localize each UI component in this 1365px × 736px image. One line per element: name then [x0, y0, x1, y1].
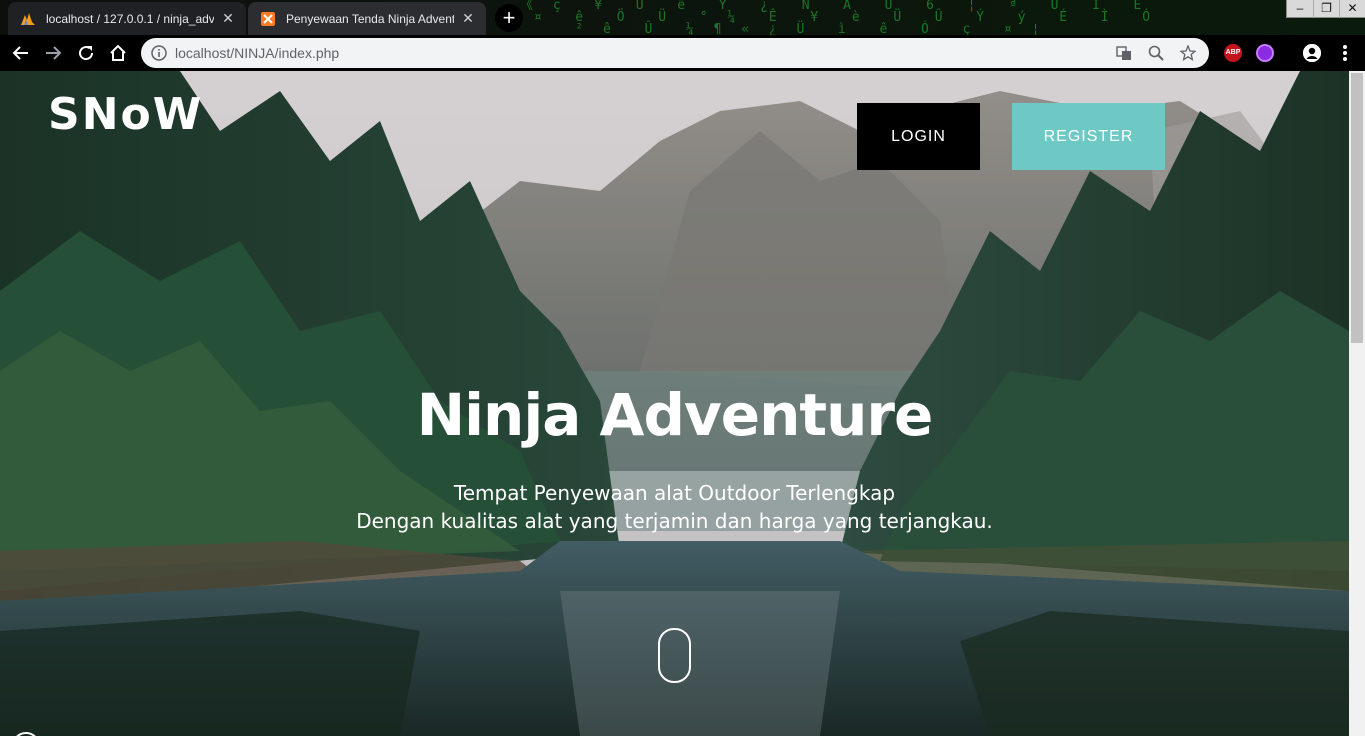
new-tab-button[interactable]: +	[495, 4, 523, 32]
matrix-background-decoration: 《 ç ¥ Ü ê Ý ¿ Ñ Ã Ú 6 ¦ ª Ü Ï Ê ¤ ê Ö Ü …	[520, 0, 1157, 35]
home-button[interactable]	[105, 40, 131, 66]
close-icon[interactable]: ✕	[460, 10, 476, 27]
tab-ninja-adventure[interactable]: Penyewaan Tenda Ninja Adventure ✕	[248, 2, 486, 35]
browser-tab-strip: 《 ç ¥ Ü ê Ý ¿ Ñ Ã Ú 6 ¦ ª Ü Ï Ê ¤ ê Ö Ü …	[0, 0, 1365, 35]
forward-arrow-icon	[46, 46, 62, 60]
xampp-icon	[260, 11, 276, 27]
minimize-button[interactable]: –	[1287, 0, 1313, 18]
hero-subtitle-line-1: Tempat Penyewaan alat Outdoor Terlengkap	[453, 481, 896, 505]
scrollbar-thumb[interactable]	[1351, 73, 1363, 343]
forward-button[interactable]	[40, 40, 66, 66]
extension-icon[interactable]	[1256, 44, 1274, 62]
phpmyadmin-icon	[20, 11, 36, 27]
tab-title: Penyewaan Tenda Ninja Adventure	[286, 11, 454, 26]
hero-subtitle: Tempat Penyewaan alat Outdoor Terlengkap…	[0, 479, 1349, 535]
browser-menu-button[interactable]	[1332, 40, 1358, 66]
restore-button[interactable]: ❐	[1313, 0, 1339, 18]
close-icon[interactable]: ✕	[220, 10, 236, 27]
page-viewport: SNoW LOGIN REGISTER Ninja Adventure Temp…	[0, 71, 1349, 736]
adblock-plus-icon[interactable]: ABP	[1224, 44, 1242, 62]
home-icon	[110, 44, 126, 61]
more-vert-icon	[1343, 45, 1347, 61]
reload-button[interactable]	[73, 40, 99, 66]
browser-toolbar: localhost/NINJA/index.php ABP	[0, 35, 1365, 71]
address-bar[interactable]: localhost/NINJA/index.php	[141, 38, 1209, 68]
site-logo[interactable]: SNoW	[48, 89, 203, 140]
bookmark-star-icon[interactable]	[1177, 42, 1199, 64]
info-icon[interactable]	[151, 45, 167, 61]
back-arrow-icon	[12, 46, 28, 60]
reload-icon	[79, 46, 94, 61]
back-button[interactable]	[8, 40, 34, 66]
tab-title: localhost / 127.0.0.1 / ninja_adventure	[46, 11, 214, 26]
page-scrollbar[interactable]	[1349, 71, 1365, 736]
scroll-down-mouse-icon[interactable]	[658, 628, 691, 683]
close-window-button[interactable]: ✕	[1339, 0, 1365, 18]
hero-subtitle-line-2: Dengan kualitas alat yang terjamin dan h…	[356, 509, 993, 533]
profile-avatar-icon[interactable]	[1303, 44, 1321, 62]
register-button[interactable]: REGISTER	[1012, 103, 1165, 170]
window-controls: – ❐ ✕	[1286, 0, 1365, 18]
zoom-icon[interactable]	[1145, 42, 1167, 64]
hero-title: Ninja Adventure	[416, 381, 934, 449]
tab-phpmyadmin[interactable]: localhost / 127.0.0.1 / ninja_adventure …	[8, 2, 246, 35]
login-button[interactable]: LOGIN	[857, 103, 980, 170]
url-text[interactable]: localhost/NINJA/index.php	[175, 45, 1113, 61]
translate-icon[interactable]	[1113, 42, 1135, 64]
